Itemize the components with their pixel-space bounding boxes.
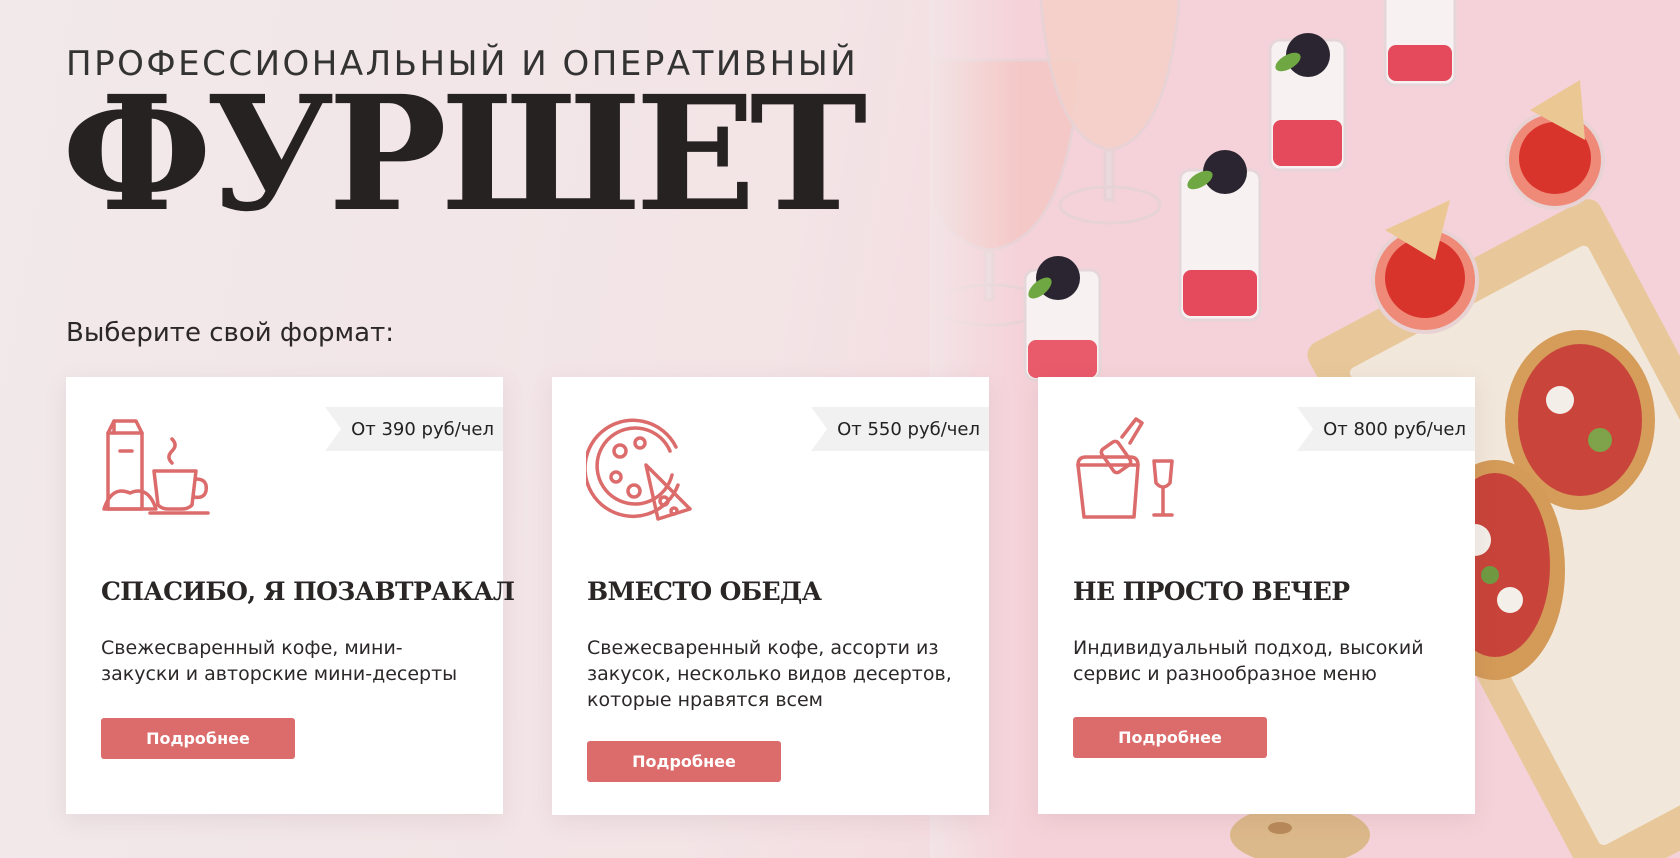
format-card-breakfast: От 390 руб/чел СПАСИБО, Я ПОЗАВТРАКАЛ Св… [66,377,515,814]
card-title: СПАСИБО, Я ПОЗАВТРАКАЛ [101,577,515,606]
details-button[interactable]: Подробнее [1073,717,1267,758]
details-button[interactable]: Подробнее [587,741,781,782]
price-tag: От 390 руб/чел [325,407,503,451]
card-description: Свежесваренный кофе, ассорти из закусок,… [587,637,952,711]
breakfast-icon [102,419,210,515]
format-card-evening: От 800 руб/чел НЕ ПРОСТО ВЕЧЕР Индивидуа… [1038,377,1475,814]
price-tag: От 800 руб/чел [1297,407,1475,451]
champagne-bucket-icon [1076,417,1174,519]
format-prompt: Выберите свой формат: [66,318,394,348]
card-title: ВМЕСТО ОБЕДА [587,577,822,606]
format-card-lunch: От 550 руб/чел ВМЕСТО ОБЕДА Свежесваренн… [552,377,989,815]
price-tag: От 550 руб/чел [811,407,989,451]
details-button[interactable]: Подробнее [101,718,295,759]
card-description: Свежесваренный кофе, мини-закуски и авто… [101,637,458,685]
card-description: Индивидуальный подход, высокий сервис и … [1073,637,1424,685]
pizza-icon [586,418,692,521]
hero-title: ФУРШЕТ [62,62,867,247]
card-title: НЕ ПРОСТО ВЕЧЕР [1073,577,1350,606]
